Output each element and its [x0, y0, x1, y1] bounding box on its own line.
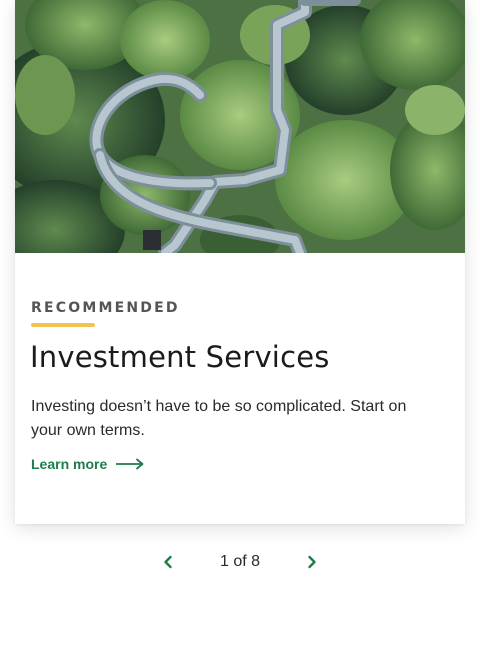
eyebrow-label: RECOMMENDED	[31, 300, 180, 316]
page-indicator: 1 of 8	[219, 553, 261, 570]
promo-card: RECOMMENDED Investment Services Investin…	[15, 0, 465, 524]
chevron-right-icon	[307, 555, 317, 574]
card-description: Investing doesn’t have to be so complica…	[31, 398, 407, 439]
carousel-pager: 1 of 8	[0, 548, 480, 580]
hero-image	[15, 0, 465, 253]
eyebrow-underline	[31, 323, 95, 327]
learn-more-label: Learn more	[31, 456, 108, 472]
previous-button[interactable]	[156, 552, 180, 576]
arrow-right-icon	[115, 458, 145, 470]
chevron-left-icon	[163, 555, 173, 574]
learn-more-link[interactable]: Learn more	[31, 456, 145, 472]
next-button[interactable]	[300, 552, 324, 576]
card-title: Investment Services	[30, 340, 330, 374]
